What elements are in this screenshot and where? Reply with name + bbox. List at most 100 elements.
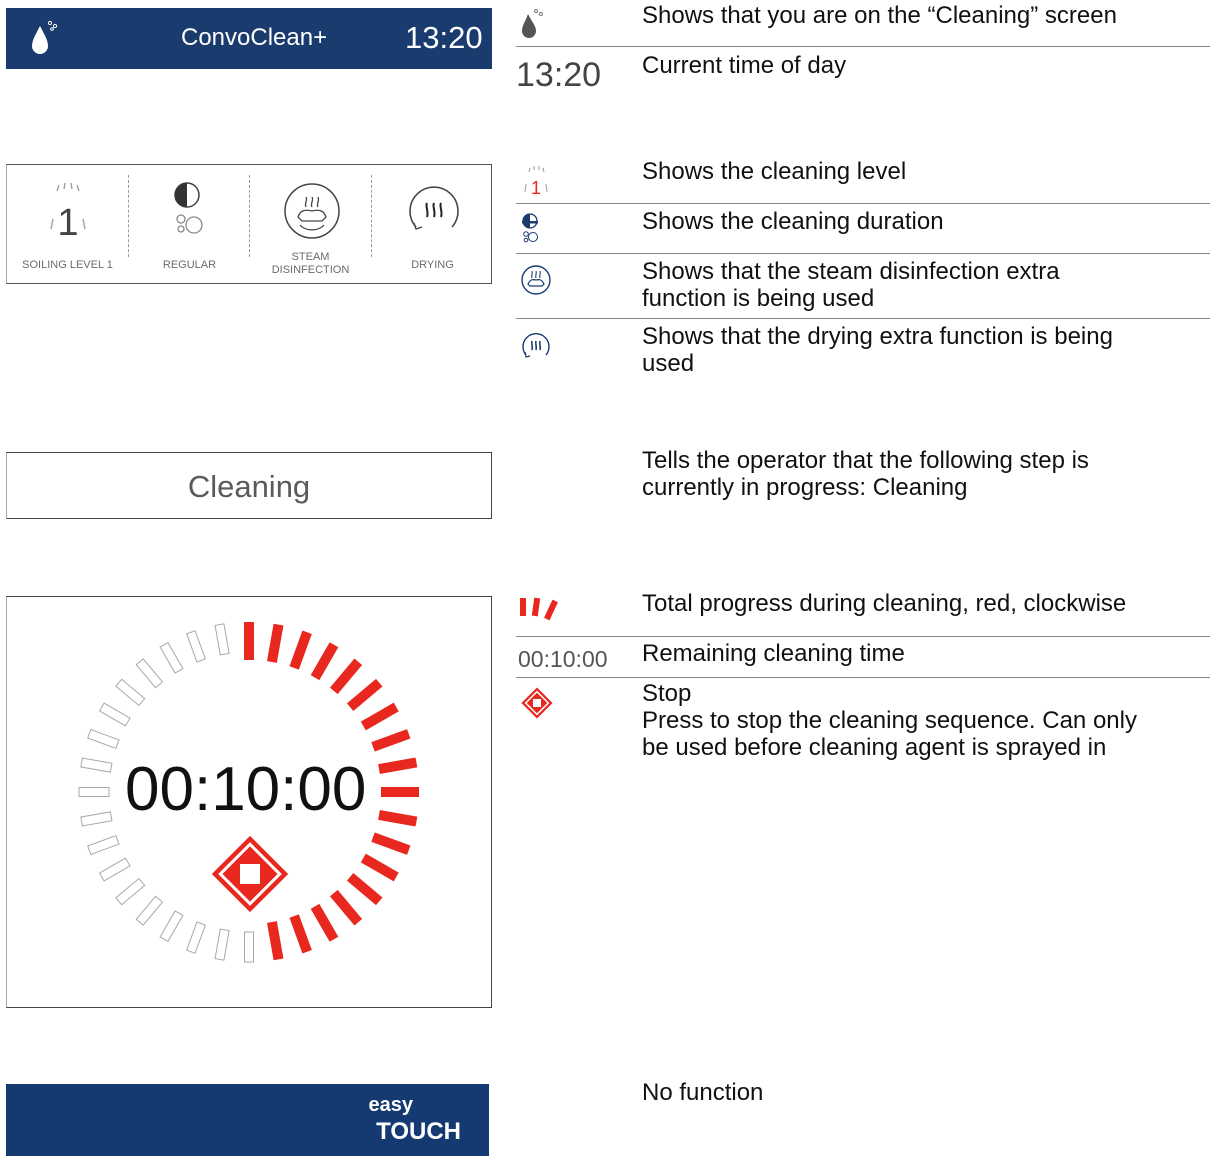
cleaning-drop-icon xyxy=(522,9,543,38)
progress-segment-inactive xyxy=(214,928,230,961)
app-title: ConvoClean+ xyxy=(181,24,328,51)
divider xyxy=(516,636,1210,637)
progress-segment-inactive xyxy=(87,835,120,856)
progress-segment-inactive xyxy=(80,757,113,773)
soiling-level-icon: 1 xyxy=(50,182,86,244)
progress-segment-inactive xyxy=(185,921,206,954)
time-icon: 13:20 xyxy=(516,56,602,94)
legend-remaining: Remaining cleaning time xyxy=(642,640,905,667)
progress-segment-active xyxy=(360,702,399,731)
progress-segment-active xyxy=(330,658,363,695)
legend-steam-line1: Shows that the steam disinfection extra xyxy=(642,258,1060,285)
legend-drying-line2: used xyxy=(642,350,695,377)
progress-segments-icon xyxy=(520,597,558,621)
legend-drying: Shows that the drying extra function is … xyxy=(642,323,1113,377)
legend-cleaning-screen: Shows that you are on the “Cleaning” scr… xyxy=(642,2,1117,29)
steam-disinfection-icon xyxy=(284,183,340,239)
progress-segment-active xyxy=(310,642,339,681)
progress-segment-inactive xyxy=(87,728,120,749)
progress-segment-active xyxy=(346,678,383,711)
stop-icon xyxy=(211,835,289,913)
steam-disinfection-icon xyxy=(521,265,551,295)
progress-segment-inactive xyxy=(115,877,146,906)
duration-label: REGULAR xyxy=(162,259,217,271)
progress-segment-inactive xyxy=(159,641,184,674)
progress-segment-inactive xyxy=(98,857,131,882)
soiling-level-icon: 1 xyxy=(524,166,548,196)
current-step-bar: Cleaning xyxy=(6,452,492,519)
progress-segment-inactive xyxy=(135,895,164,926)
legend-cleaning-level: Shows the cleaning level xyxy=(642,158,907,185)
drying-label: DRYING xyxy=(411,259,454,271)
drying-icon xyxy=(409,186,459,230)
legend-steam: Shows that the steam disinfection extra … xyxy=(642,258,1060,312)
clock-time: 13:20 xyxy=(405,20,483,55)
legend-stop-line2: be used before cleaning agent is sprayed… xyxy=(642,734,1107,761)
progress-segment-active xyxy=(381,787,419,797)
soiling-level-label: SOILING LEVEL 1 xyxy=(22,259,113,271)
steam-label-line1: STEAM xyxy=(291,251,330,263)
timer-panel: 00:10:00 xyxy=(6,596,492,1008)
progress-segment-active xyxy=(310,903,339,942)
progress-segment-inactive xyxy=(244,931,254,963)
progress-segment-active xyxy=(371,729,411,752)
duration-cell[interactable]: REGULAR xyxy=(129,165,250,283)
progress-segment-active xyxy=(266,623,284,663)
remaining-time-icon: 00:10:00 xyxy=(518,646,608,672)
progress-segment-inactive xyxy=(98,702,131,727)
progress-segment-active xyxy=(289,630,312,670)
legend-stop-title: Stop xyxy=(642,680,692,707)
divider xyxy=(516,253,1210,254)
progress-segment-inactive xyxy=(159,910,184,943)
legend-step-line1: Tells the operator that the following st… xyxy=(642,447,1089,474)
progress-segment-active xyxy=(378,757,418,775)
cleaning-drop-icon xyxy=(32,20,58,54)
progress-segment-inactive xyxy=(80,811,113,827)
screen-header-bar: ConvoClean+ 13:20 xyxy=(6,8,492,69)
cleaning-info-panel: 1 SOILING LEVEL 1 REGULAR STEAM DISINFEC… xyxy=(6,164,492,284)
legend-step-line2: currently in progress: Cleaning xyxy=(642,474,968,501)
stop-icon xyxy=(521,687,553,719)
progress-segment-active xyxy=(371,832,411,855)
steam-label-line2: DISINFECTION xyxy=(271,264,350,276)
logo-touch: TOUCH xyxy=(376,1118,461,1145)
legend-step: Tells the operator that the following st… xyxy=(642,447,1089,501)
progress-segment-active xyxy=(346,873,383,906)
progress-segment-inactive xyxy=(214,623,230,656)
progress-segment-inactive xyxy=(115,678,146,707)
drying-icon xyxy=(522,332,550,358)
progress-segment-inactive xyxy=(78,787,110,797)
legend-footer: No function xyxy=(642,1079,764,1106)
divider xyxy=(516,203,1210,204)
progress-segment-active xyxy=(289,914,312,954)
divider xyxy=(516,318,1210,319)
progress-segment-active xyxy=(378,809,418,827)
legend-stop-line1: Press to stop the cleaning sequence. Can… xyxy=(642,707,1137,734)
drying-cell[interactable]: DRYING xyxy=(372,165,493,283)
logo-easy: easy xyxy=(368,1094,414,1116)
legend-drying-line1: Shows that the drying extra function is … xyxy=(642,323,1113,350)
soiling-digit: 1 xyxy=(57,202,78,244)
remaining-time-display: 00:10:00 xyxy=(125,755,367,824)
divider xyxy=(516,46,1210,47)
legend-progress: Total progress during cleaning, red, clo… xyxy=(642,590,1127,617)
progress-segment-active xyxy=(244,622,254,660)
progress-segment-inactive xyxy=(135,658,164,689)
current-step-label: Cleaning xyxy=(187,469,311,504)
steam-label: STEAM DISINFECTION xyxy=(250,251,371,277)
level-digit: 1 xyxy=(531,178,541,196)
footer-bar: easy TOUCH xyxy=(6,1084,489,1156)
legend-stop: Stop Press to stop the cleaning sequence… xyxy=(642,680,1137,761)
soiling-level-cell[interactable]: 1 SOILING LEVEL 1 xyxy=(7,165,128,283)
progress-segment-active xyxy=(360,853,399,882)
duration-icon xyxy=(174,182,203,234)
legend-steam-line2: function is being used xyxy=(642,285,875,312)
steam-disinfection-cell[interactable]: STEAM DISINFECTION xyxy=(250,165,371,283)
progress-segment-active xyxy=(266,921,284,961)
legend-time-of-day: Current time of day xyxy=(642,52,847,79)
stop-button[interactable] xyxy=(209,833,291,915)
duration-icon xyxy=(522,213,538,243)
divider xyxy=(516,677,1210,678)
progress-segment-active xyxy=(330,889,363,926)
legend-cleaning-duration: Shows the cleaning duration xyxy=(642,208,944,235)
